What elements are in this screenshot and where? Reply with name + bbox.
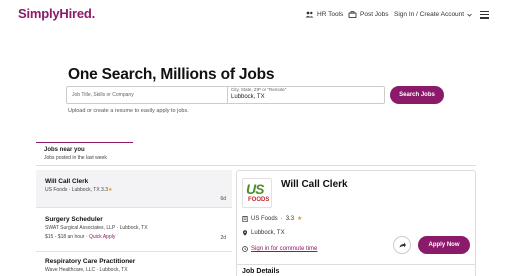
job-age: 2d xyxy=(220,235,226,241)
apply-now-button[interactable]: Apply Now xyxy=(418,236,470,254)
job-meta: US Foods · Lubbock, TX 3.3★ xyxy=(45,187,113,193)
detail-location: Lubbock, TX xyxy=(242,230,285,236)
commute-icon xyxy=(242,246,248,252)
site-header: SimplyHired. HR Tools Post Jobs Sign In … xyxy=(0,0,512,34)
location-label: City, State, ZIP or "Remote" xyxy=(231,87,287,92)
star-icon: ★ xyxy=(297,216,303,222)
company-name[interactable]: US Foods xyxy=(251,216,278,222)
detail-commute: Sign in for commute time xyxy=(242,246,317,252)
detail-job-title: Will Call Clerk xyxy=(281,179,348,190)
job-title[interactable]: Surgery Scheduler xyxy=(45,216,103,223)
hero-title: One Search, Millions of Jobs xyxy=(68,66,275,83)
job-meta: SWAT Surgical Associates, LLP · Lubbock,… xyxy=(45,225,148,231)
search-jobs-button[interactable]: Search Jobs xyxy=(390,86,444,104)
location-pin-icon xyxy=(243,230,247,236)
simplyhired-logo[interactable]: SimplyHired. xyxy=(18,6,95,21)
company-logo: US FOODS xyxy=(242,178,272,208)
tab-subtitle: Jobs posted in the last week xyxy=(44,155,107,161)
star-icon: ★ xyxy=(108,187,113,193)
job-title[interactable]: Will Call Clerk xyxy=(45,178,88,185)
tab-jobs-near-you[interactable]: Jobs near you Jobs posted in the last we… xyxy=(36,142,133,164)
job-meta: Wave Healthcare, LLC · Lubbock, TX xyxy=(45,267,128,273)
post-jobs-link[interactable]: Post Jobs xyxy=(348,11,389,18)
job-card[interactable]: Surgery Scheduler SWAT Surgical Associat… xyxy=(36,208,232,250)
tab-divider xyxy=(36,165,476,166)
chevron-down-icon xyxy=(467,13,472,17)
job-card[interactable]: Will Call Clerk US Foods · Lubbock, TX 3… xyxy=(36,170,232,207)
company-rating: 3.3 xyxy=(285,215,295,222)
detail-company: US Foods · 3.3 ★ xyxy=(242,215,302,222)
building-icon xyxy=(242,215,248,222)
detail-divider xyxy=(236,264,476,265)
job-card[interactable]: Respiratory Care Practitioner Wave Healt… xyxy=(36,252,232,276)
hr-tools-link[interactable]: HR Tools xyxy=(305,11,343,18)
menu-icon[interactable] xyxy=(480,11,489,19)
tab-title: Jobs near you xyxy=(44,147,85,153)
share-button[interactable] xyxy=(393,236,411,254)
location-input[interactable]: Lubbock, TX xyxy=(231,94,265,100)
job-query-input[interactable]: Job Title, Skills or Company xyxy=(72,92,134,98)
post-jobs-icon xyxy=(348,11,357,18)
job-detail-panel xyxy=(236,170,476,276)
job-title[interactable]: Respiratory Care Practitioner xyxy=(45,258,135,265)
commute-link[interactable]: Sign in for commute time xyxy=(251,246,317,252)
job-salary: $15 - $18 an hour · Quick Apply xyxy=(45,234,116,240)
search-form: Job Title, Skills or Company City, State… xyxy=(66,86,385,104)
sign-in-menu[interactable]: Sign In / Create Account xyxy=(394,11,472,18)
share-icon xyxy=(399,242,406,248)
job-details-heading: Job Details xyxy=(242,268,280,275)
field-divider xyxy=(227,87,228,103)
quick-apply-badge: Quick Apply xyxy=(88,234,116,240)
job-age: 6d xyxy=(220,196,226,202)
people-icon xyxy=(305,11,314,18)
upload-resume-note[interactable]: Upload or create a resume to easily appl… xyxy=(68,108,189,114)
